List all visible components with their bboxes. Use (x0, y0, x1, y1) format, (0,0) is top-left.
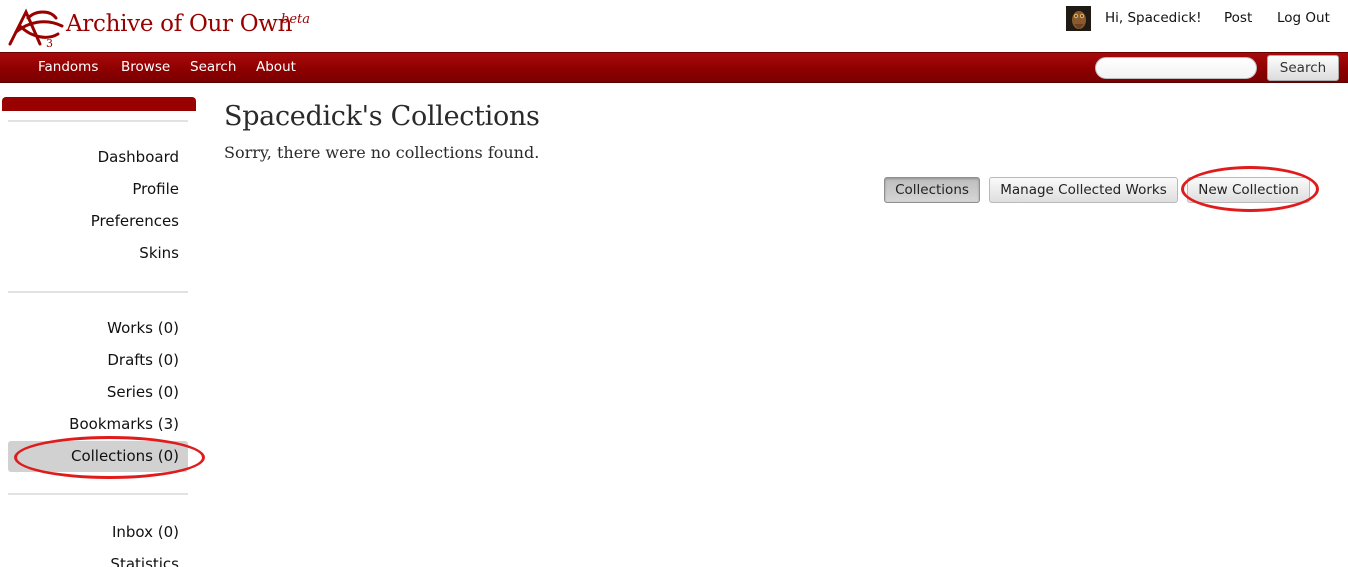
sidebar-item-series[interactable]: Series (0) (107, 383, 179, 401)
svg-text:3: 3 (46, 37, 53, 48)
sidebar-item-collections[interactable]: Collections (0) (71, 447, 179, 465)
primary-nav-bar: Fandoms Browse Search About Search (0, 52, 1348, 83)
sidebar-item-skins[interactable]: Skins (139, 244, 179, 262)
site-title[interactable]: Archive of Our Own (66, 11, 292, 37)
sidebar-item-statistics[interactable]: Statistics (110, 555, 179, 567)
new-collection-button[interactable]: New Collection (1187, 177, 1310, 203)
post-link[interactable]: Post (1224, 10, 1252, 26)
search-input[interactable] (1095, 57, 1257, 79)
nav-search[interactable]: Search (190, 59, 236, 75)
sidebar-item-dashboard[interactable]: Dashboard (98, 148, 179, 166)
sidebar-divider (8, 493, 188, 495)
sidebar-item-profile[interactable]: Profile (132, 180, 179, 198)
user-avatar[interactable] (1066, 6, 1091, 31)
nav-fandoms[interactable]: Fandoms (38, 59, 98, 75)
collections-button[interactable]: Collections (884, 177, 980, 203)
manage-collected-works-button[interactable]: Manage Collected Works (989, 177, 1178, 203)
sidebar-item-bookmarks[interactable]: Bookmarks (3) (69, 415, 179, 433)
page-title: Spacedick's Collections (224, 101, 540, 132)
site-beta-label: beta (281, 12, 310, 27)
sidebar-item-preferences[interactable]: Preferences (91, 212, 179, 230)
sidebar-divider (8, 120, 188, 122)
sidebar-divider (8, 291, 188, 293)
sidebar-heading-bar (2, 97, 196, 111)
search-button[interactable]: Search (1267, 55, 1339, 81)
empty-message: Sorry, there were no collections found. (224, 143, 540, 162)
nav-about[interactable]: About (256, 59, 296, 75)
greeting-link[interactable]: Hi, Spacedick! (1105, 10, 1202, 26)
site-header: 3 Archive of Our Own beta Hi, Spacedick!… (0, 0, 1348, 52)
logout-link[interactable]: Log Out (1277, 10, 1330, 26)
ao3-logo-icon[interactable]: 3 (6, 4, 66, 48)
sidebar-item-works[interactable]: Works (0) (107, 319, 179, 337)
owl-avatar-icon (1066, 6, 1091, 31)
nav-browse[interactable]: Browse (121, 59, 170, 75)
sidebar-item-inbox[interactable]: Inbox (0) (112, 523, 179, 541)
sidebar-item-drafts[interactable]: Drafts (0) (107, 351, 179, 369)
